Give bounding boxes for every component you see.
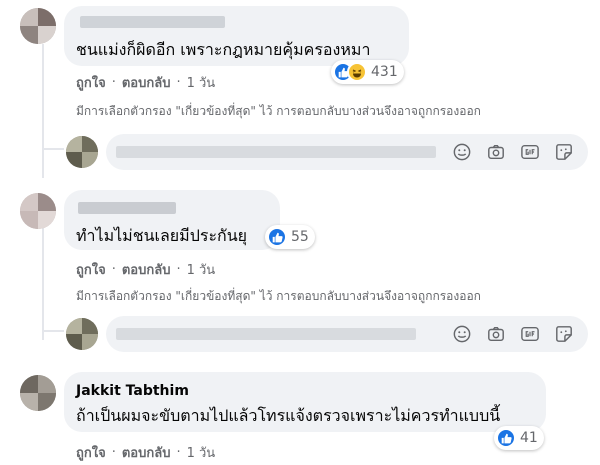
author-name[interactable] — [78, 202, 176, 214]
thread-line — [42, 228, 44, 340]
separator: · — [111, 75, 116, 90]
comment-actions: ถูกใจ · ตอบกลับ · 1 วัน — [76, 72, 215, 93]
like-button[interactable]: ถูกใจ — [76, 442, 106, 463]
timestamp[interactable]: 1 วัน — [187, 259, 216, 280]
reaction-count: 55 — [291, 229, 309, 245]
reply-button[interactable]: ตอบกลับ — [122, 442, 171, 463]
comment-text: ทำไมไม่ชนเลยมีประกันยุ — [76, 226, 248, 245]
gif-icon[interactable] — [518, 322, 542, 346]
comment-text: ชนแม่งก็ผิดอีก เพราะกฎหมายคุ้มครองหมา — [76, 40, 371, 59]
separator: · — [176, 262, 181, 277]
reaction-summary[interactable]: 55 — [265, 225, 315, 249]
avatar — [66, 136, 98, 168]
separator: · — [111, 445, 116, 460]
sticker-icon[interactable] — [552, 140, 576, 164]
sticker-icon[interactable] — [552, 322, 576, 346]
author-name[interactable]: Jakkit Tabthim — [76, 383, 189, 399]
filter-note: มีการเลือกตัวกรอง "เกี่ยวข้องที่สุด" ไว้… — [76, 289, 481, 303]
comment-text: ถ้าเป็นผมจะขับตามไปแล้วโทรแจ้งตรวจเพราะไ… — [76, 406, 501, 425]
avatar[interactable] — [20, 193, 56, 229]
reaction-count: 41 — [520, 430, 538, 446]
smiley-icon[interactable] — [450, 322, 474, 346]
thread-connector — [42, 330, 64, 332]
separator: · — [176, 445, 181, 460]
reaction-summary[interactable]: 41 — [494, 426, 544, 450]
avatar[interactable] — [20, 8, 56, 44]
comment-actions: ถูกใจ · ตอบกลับ · 1 วัน — [76, 259, 215, 280]
separator: · — [111, 262, 116, 277]
avatar[interactable] — [20, 375, 56, 411]
comment-bubble: ชนแม่งก็ผิดอีก เพราะกฎหมายคุ้มครองหมา — [64, 6, 409, 66]
camera-icon[interactable] — [484, 140, 508, 164]
separator: · — [176, 75, 181, 90]
reaction-summary[interactable]: 431 — [331, 60, 404, 84]
reply-input[interactable] — [106, 134, 588, 170]
like-icon — [267, 227, 287, 247]
reply-placeholder — [116, 146, 436, 158]
filter-note: มีการเลือกตัวกรอง "เกี่ยวข้องที่สุด" ไว้… — [76, 104, 481, 118]
timestamp[interactable]: 1 วัน — [187, 72, 216, 93]
like-button[interactable]: ถูกใจ — [76, 259, 106, 280]
reply-button[interactable]: ตอบกลับ — [122, 72, 171, 93]
comment-actions: ถูกใจ · ตอบกลับ · 1 วัน — [76, 442, 215, 463]
like-icon — [496, 428, 516, 448]
comment-bubble: ทำไมไม่ชนเลยมีประกันยุ — [64, 190, 280, 250]
smiley-icon[interactable] — [450, 140, 474, 164]
reply-button[interactable]: ตอบกลับ — [122, 259, 171, 280]
avatar — [66, 318, 98, 350]
gif-icon[interactable] — [518, 140, 542, 164]
like-button[interactable]: ถูกใจ — [76, 72, 106, 93]
timestamp[interactable]: 1 วัน — [187, 442, 216, 463]
thread-line — [42, 44, 44, 178]
haha-icon — [347, 62, 367, 82]
reply-placeholder — [116, 328, 416, 340]
thread-connector — [42, 148, 64, 150]
comment-bubble: Jakkit Tabthim ถ้าเป็นผมจะขับตามไปแล้วโท… — [64, 372, 546, 432]
camera-icon[interactable] — [484, 322, 508, 346]
reaction-count: 431 — [371, 64, 398, 80]
author-name[interactable] — [80, 16, 225, 28]
reply-input[interactable] — [106, 316, 588, 352]
